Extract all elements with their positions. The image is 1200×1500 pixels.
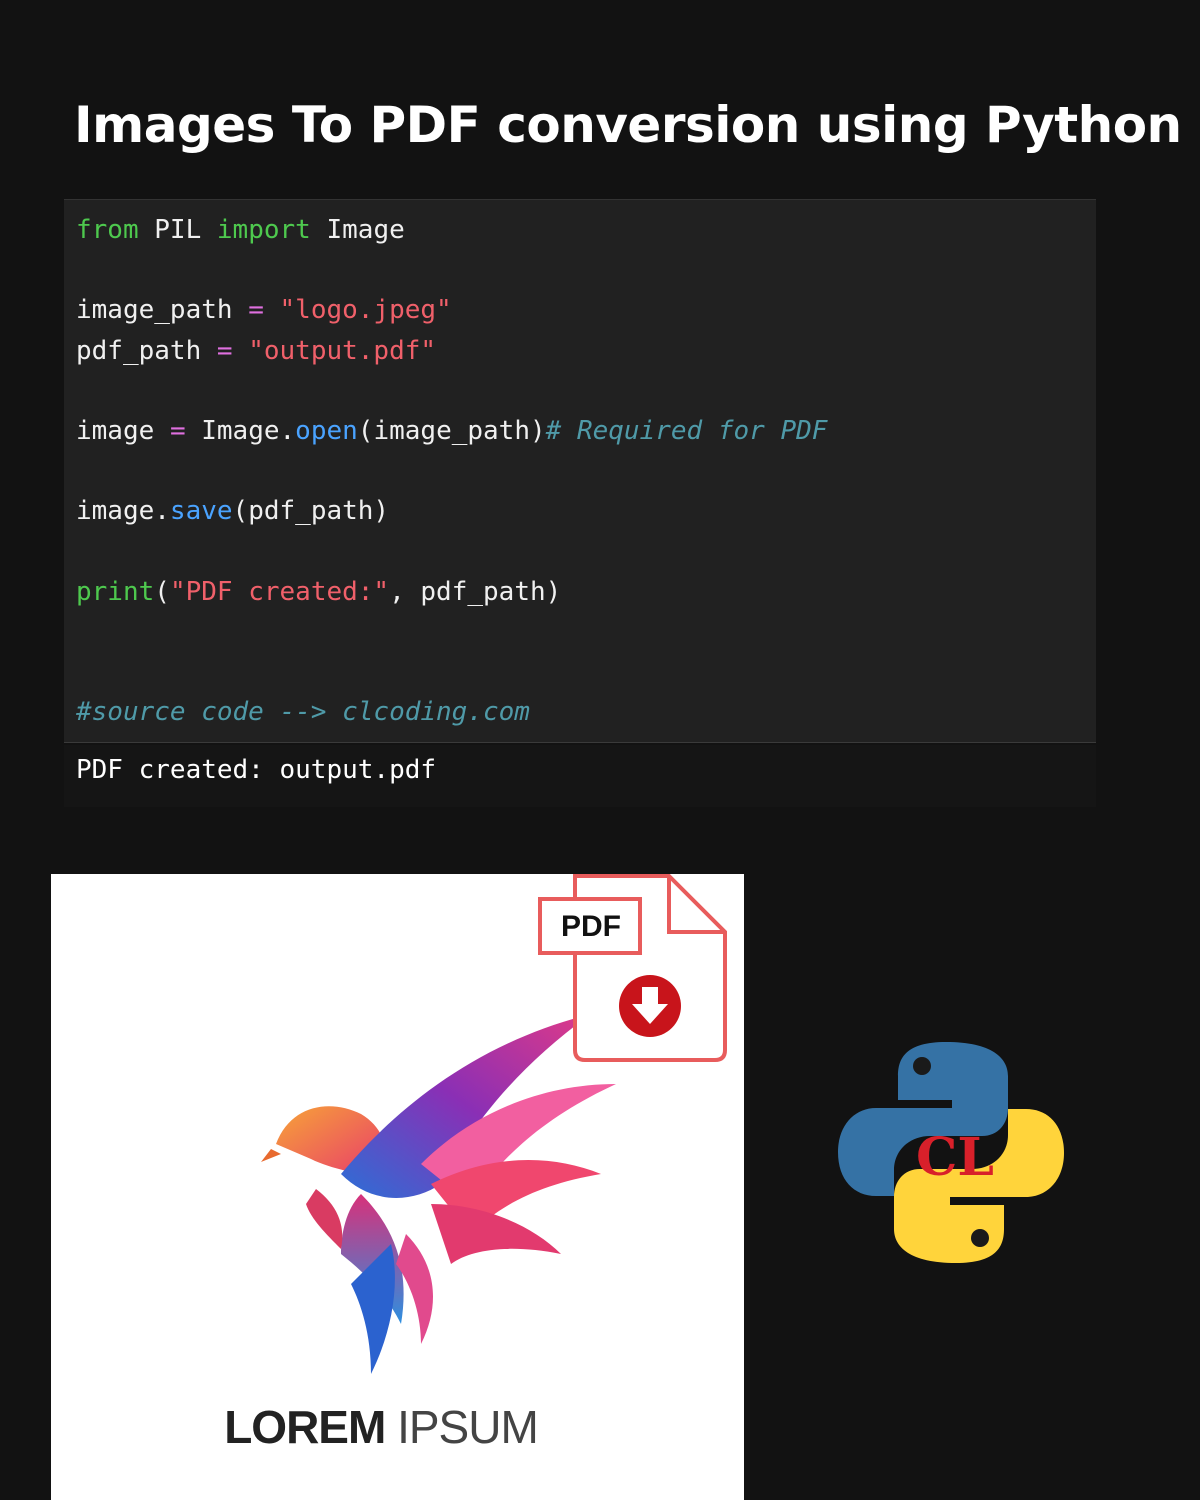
output-text: PDF created: output.pdf (76, 755, 437, 785)
page-title: Images To PDF conversion using Python (74, 96, 1182, 154)
code-line-13: #source code --> clcoding.com (76, 697, 530, 728)
code-block: from PIL import Image image_path = "logo… (76, 210, 827, 733)
cl-monogram: CL (916, 1127, 994, 1188)
code-line-1: from PIL import Image (76, 215, 405, 245)
code-line-8: image.save(pdf_path) (76, 496, 390, 527)
code-line-10: print("PDF created:", pdf_path) (76, 576, 562, 607)
python-logo-icon: CL (838, 1042, 1064, 1263)
code-cell[interactable]: from PIL import Image image_path = "logo… (64, 199, 1096, 743)
brand-wordmark: LOREM IPSUM (224, 1401, 539, 1453)
logo-image-card: PDF LOREM IPSUM (51, 874, 744, 1500)
code-line-4: pdf_path = "output.pdf" (76, 335, 437, 366)
code-line-6: image = Image.open(image_path)# Required… (76, 416, 828, 447)
code-line-3: image_path = "logo.jpeg" (76, 295, 452, 326)
output-cell: PDF created: output.pdf (64, 745, 1096, 807)
pdf-badge-label: PDF (561, 910, 621, 943)
